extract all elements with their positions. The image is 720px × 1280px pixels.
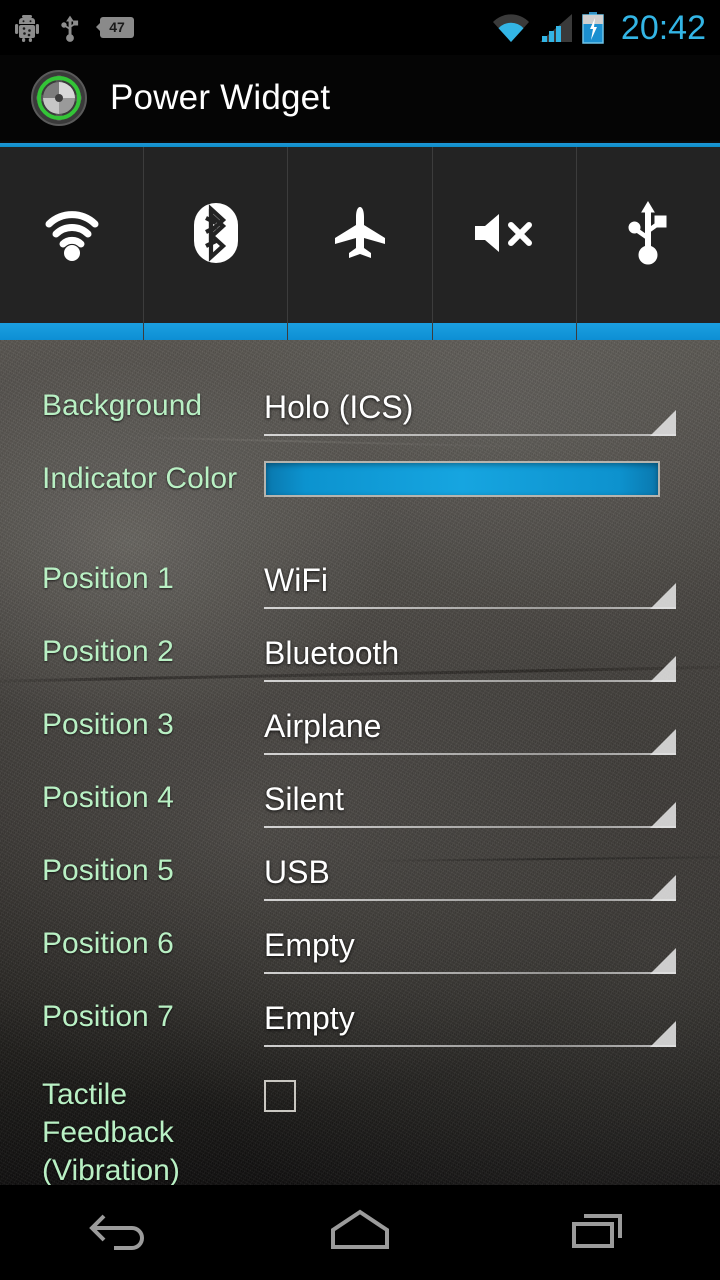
widget-indicator-usb	[577, 323, 720, 340]
settings-list: Background Holo (ICS) Indicator Color Po…	[0, 340, 720, 1185]
status-bar: 47	[0, 0, 720, 55]
spinner-triangle-icon	[650, 583, 676, 609]
setting-label-position-4: Position 4	[42, 778, 264, 816]
spinner-underline	[264, 680, 676, 682]
spinner-underline	[264, 607, 676, 609]
recents-icon	[568, 1206, 632, 1259]
position-1-spinner[interactable]: WiFi	[264, 559, 672, 600]
airplane-icon	[331, 204, 389, 267]
position-2-value: Bluetooth	[264, 633, 672, 673]
tactile-feedback-checkbox[interactable]	[264, 1080, 296, 1112]
position-5-value: USB	[264, 852, 672, 892]
setting-row-background: Background Holo (ICS)	[0, 386, 720, 459]
spinner-underline	[264, 1045, 676, 1047]
bluetooth-icon	[189, 201, 243, 270]
position-2-spinner[interactable]: Bluetooth	[264, 632, 672, 673]
setting-row-position-5: Position 5 USB	[0, 851, 720, 924]
setting-label-position-1: Position 1	[42, 559, 264, 597]
position-6-value: Empty	[264, 925, 672, 965]
spinner-triangle-icon	[650, 802, 676, 828]
position-5-spinner[interactable]: USB	[264, 851, 672, 892]
setting-label-position-6: Position 6	[42, 924, 264, 962]
position-7-spinner[interactable]: Empty	[264, 997, 672, 1038]
widget-indicator-bluetooth	[144, 323, 287, 340]
spinner-underline	[264, 899, 676, 901]
setting-label-position-7: Position 7	[42, 997, 264, 1035]
page-title: Power Widget	[110, 78, 330, 118]
widget-preview-bar	[0, 147, 720, 340]
android-robot-icon	[14, 14, 40, 42]
widget-indicator-silent	[433, 323, 576, 340]
widget-indicator-airplane	[288, 323, 431, 340]
setting-row-position-6: Position 6 Empty	[0, 924, 720, 997]
position-4-spinner[interactable]: Silent	[264, 778, 672, 819]
widget-cell-airplane[interactable]	[288, 147, 432, 340]
spinner-underline	[264, 972, 676, 974]
widget-cell-bluetooth[interactable]	[144, 147, 288, 340]
setting-row-position-3: Position 3 Airplane	[0, 705, 720, 778]
position-4-value: Silent	[264, 779, 672, 819]
spinner-triangle-icon	[650, 656, 676, 682]
home-icon	[325, 1206, 395, 1259]
widget-cell-usb[interactable]	[577, 147, 720, 340]
nav-recents-button[interactable]	[480, 1206, 720, 1259]
setting-label-tactile-feedback: Tactile Feedback (Vibration)	[42, 1074, 264, 1185]
setting-label-background: Background	[42, 386, 264, 424]
setting-label-position-2: Position 2	[42, 632, 264, 670]
count-badge-icon: 47	[100, 17, 134, 38]
setting-row-position-7: Position 7 Empty	[0, 997, 720, 1070]
widget-cell-silent[interactable]	[433, 147, 577, 340]
background-spinner[interactable]: Holo (ICS)	[264, 386, 672, 427]
setting-row-position-1: Position 1 WiFi	[0, 559, 720, 632]
status-bar-clock: 20:42	[621, 11, 706, 45]
usb-icon	[626, 200, 670, 271]
power-widget-app-icon	[30, 69, 88, 127]
setting-label-indicator-color: Indicator Color	[42, 459, 264, 497]
battery-charging-icon	[582, 12, 604, 44]
usb-icon	[60, 13, 80, 43]
widget-cell-wifi[interactable]	[0, 147, 144, 340]
indicator-color-picker[interactable]	[264, 459, 672, 497]
spinner-underline	[264, 826, 676, 828]
wifi-icon	[41, 203, 103, 268]
spinner-underline	[264, 434, 676, 436]
setting-row-position-4: Position 4 Silent	[0, 778, 720, 851]
position-3-spinner[interactable]: Airplane	[264, 705, 672, 746]
indicator-color-swatch[interactable]	[264, 461, 660, 497]
background-value: Holo (ICS)	[264, 387, 672, 427]
nav-back-button[interactable]	[0, 1206, 240, 1259]
spinner-triangle-icon	[650, 410, 676, 436]
position-3-value: Airplane	[264, 706, 672, 746]
navigation-bar	[0, 1185, 720, 1280]
setting-row-tactile-feedback[interactable]: Tactile Feedback (Vibration)	[0, 1070, 720, 1185]
setting-label-position-3: Position 3	[42, 705, 264, 743]
position-1-value: WiFi	[264, 560, 672, 600]
silent-mute-icon	[469, 210, 539, 261]
cellular-signal-icon	[539, 13, 573, 43]
settings-content: Background Holo (ICS) Indicator Color Po…	[0, 340, 720, 1185]
position-7-value: Empty	[264, 998, 672, 1038]
widget-indicator-wifi	[0, 323, 143, 340]
setting-row-position-2: Position 2 Bluetooth	[0, 632, 720, 705]
spinner-triangle-icon	[650, 875, 676, 901]
spinner-underline	[264, 753, 676, 755]
back-icon	[84, 1206, 156, 1259]
action-bar: Power Widget	[0, 55, 720, 143]
phone-screen: 47	[0, 0, 720, 1280]
nav-home-button[interactable]	[240, 1206, 480, 1259]
spinner-triangle-icon	[650, 1021, 676, 1047]
spinner-triangle-icon	[650, 729, 676, 755]
spinner-triangle-icon	[650, 948, 676, 974]
status-bar-left-icons: 47	[14, 13, 134, 43]
wifi-icon	[492, 13, 530, 43]
setting-row-indicator-color: Indicator Color	[0, 459, 720, 559]
status-bar-right-icons: 20:42	[492, 11, 706, 45]
position-6-spinner[interactable]: Empty	[264, 924, 672, 965]
setting-label-position-5: Position 5	[42, 851, 264, 889]
